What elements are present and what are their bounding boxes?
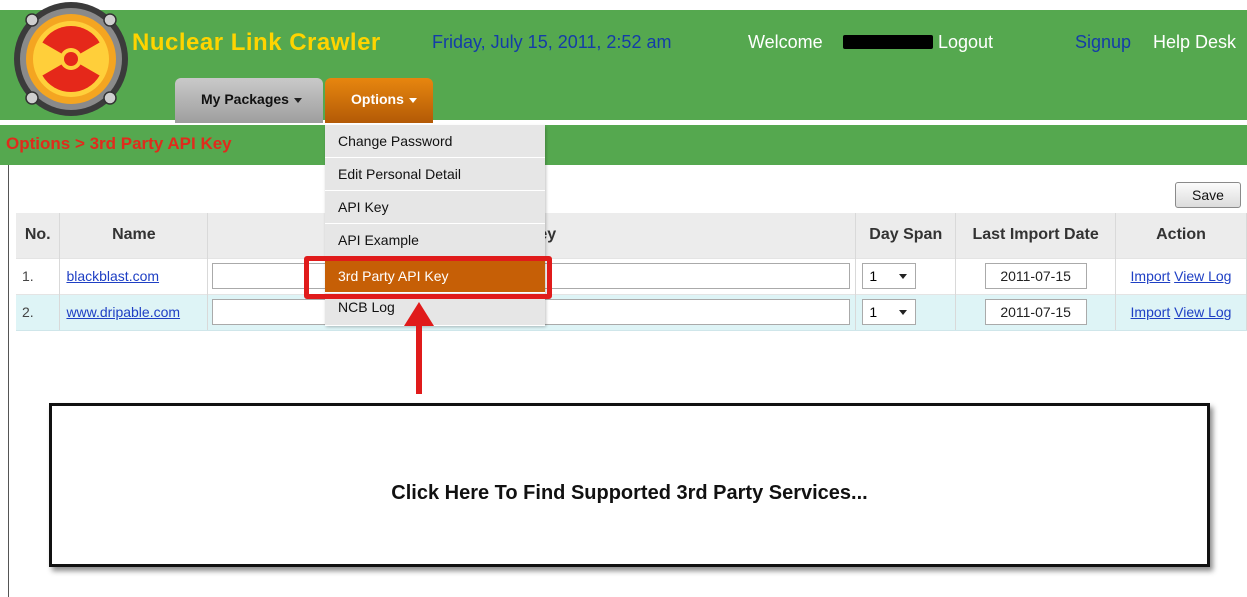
site-name-link[interactable]: blackblast.com [66, 268, 159, 284]
tab-options[interactable]: Options [325, 78, 433, 123]
signup-link[interactable]: Signup [1075, 32, 1131, 53]
column-header-day-span: Day Span [855, 213, 957, 258]
last-import-date-field[interactable]: 2011-07-15 [984, 263, 1087, 289]
chevron-down-icon [899, 310, 908, 315]
menu-item-api-key[interactable]: API Key [325, 191, 545, 224]
menu-item-edit-personal-detail[interactable]: Edit Personal Detail [325, 158, 545, 191]
radiation-logo-icon [14, 2, 128, 116]
chevron-down-icon [899, 274, 908, 279]
last-import-date-cell: 2011-07-15 [955, 257, 1117, 294]
breadcrumb: Options > 3rd Party API Key [6, 134, 232, 153]
chevron-down-icon [408, 97, 417, 103]
api-key-table: No. Name ey Day Span Last Import Date Ac… [16, 213, 1247, 331]
import-link[interactable]: Import [1131, 304, 1171, 320]
view-log-link[interactable]: View Log [1174, 268, 1231, 284]
view-log-link[interactable]: View Log [1174, 304, 1231, 320]
row-number: 2. [16, 293, 61, 331]
table-row: 2. www.dripable.com 1 2011-07-15 Import … [16, 293, 1247, 331]
page: Nuclear Link Crawler Friday, July 15, 20… [0, 0, 1247, 597]
annotation-highlight-box [304, 256, 552, 299]
last-import-date-cell: 2011-07-15 [955, 293, 1117, 331]
menu-item-api-example[interactable]: API Example [325, 224, 545, 257]
column-header-action: Action [1115, 213, 1247, 258]
tab-my-packages[interactable]: My Packages [175, 78, 323, 123]
callout-box[interactable]: Click Here To Find Supported 3rd Party S… [49, 403, 1210, 567]
column-header-last-import-date: Last Import Date [955, 213, 1117, 258]
annotation-arrow-shaft [416, 322, 422, 394]
day-span-cell: 1 [855, 257, 957, 294]
redacted-username [843, 35, 933, 49]
current-date: Friday, July 15, 2011, 2:52 am [432, 32, 672, 52]
last-import-date-field[interactable]: 2011-07-15 [984, 299, 1087, 325]
day-span-select[interactable]: 1 [862, 299, 917, 325]
action-cell: Import View Log [1115, 293, 1247, 331]
table-row: 1. blackblast.com 1 2011-07-15 Import Vi… [16, 257, 1247, 294]
name-cell: blackblast.com [59, 257, 209, 294]
chevron-down-icon [293, 97, 302, 103]
left-divider [8, 165, 9, 597]
help-desk-link[interactable]: Help Desk [1153, 32, 1236, 53]
row-number: 1. [16, 257, 61, 294]
day-span-select[interactable]: 1 [862, 263, 917, 289]
column-header-no: No. [16, 213, 61, 258]
name-cell: www.dripable.com [59, 293, 209, 331]
day-span-value: 1 [869, 268, 878, 284]
day-span-cell: 1 [855, 293, 957, 331]
action-cell: Import View Log [1115, 257, 1247, 294]
column-header-name: Name [59, 213, 209, 258]
tab-options-label: Options [351, 91, 404, 107]
import-link[interactable]: Import [1131, 268, 1171, 284]
save-button[interactable]: Save [1175, 182, 1241, 208]
callout-text: Click Here To Find Supported 3rd Party S… [391, 482, 868, 504]
welcome-text: Welcome [748, 32, 823, 52]
table-header-row: No. Name ey Day Span Last Import Date Ac… [16, 213, 1247, 258]
logout-link[interactable]: Logout [938, 32, 993, 53]
day-span-value: 1 [869, 304, 878, 320]
site-name-link[interactable]: www.dripable.com [66, 304, 180, 320]
menu-item-change-password[interactable]: Change Password [325, 125, 545, 158]
app-title: Nuclear Link Crawler [132, 29, 381, 56]
tab-my-packages-label: My Packages [201, 91, 289, 107]
